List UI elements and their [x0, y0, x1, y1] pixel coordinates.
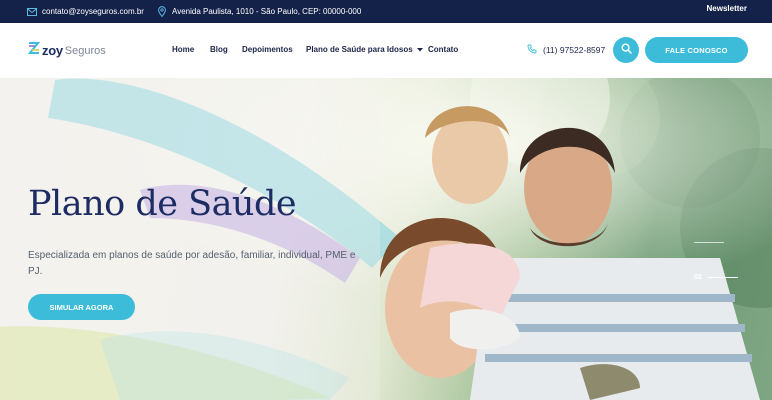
nav-blog[interactable]: Blog [210, 45, 228, 54]
top-bar: contato@zoyseguros.com.br Avenida Paulis… [0, 0, 772, 23]
topbar-address: Avenida Paulista, 1010 - São Paulo, CEP:… [157, 0, 361, 23]
phone-icon [527, 44, 537, 56]
caret-down-icon [416, 45, 423, 54]
nav-depoimentos[interactable]: Depoimentos [242, 45, 293, 54]
topbar-email-text: contato@zoyseguros.com.br [42, 7, 144, 16]
contact-us-button[interactable]: FALE CONOSCO [645, 37, 748, 63]
phone-number: (11) 97522-8597 [543, 45, 606, 55]
slide-indicator-inactive[interactable] [694, 242, 724, 243]
logo-mark-icon [27, 41, 41, 60]
simulate-now-button[interactable]: SIMULAR AGORA [28, 294, 135, 320]
logo-brand: zoy [42, 43, 63, 58]
phone-contact[interactable]: (11) 97522-8597 [527, 44, 605, 56]
nav-home[interactable]: Home [172, 45, 194, 54]
newsletter-link[interactable]: Newsletter [707, 4, 747, 13]
search-button[interactable] [613, 37, 639, 63]
slide-indicator-line [694, 242, 724, 243]
hero-subtitle: Especializada em planos de saúde por ade… [28, 250, 356, 277]
logo-suffix: Seguros [64, 44, 106, 57]
slide-number: 02 [694, 274, 702, 281]
hero-section: Plano de Saúde Especializada em planos d… [0, 78, 772, 400]
envelope-icon [27, 7, 37, 17]
slide-indicator-line [707, 277, 738, 278]
hero-title: Plano de Saúde [28, 184, 297, 224]
hero-background-art [0, 78, 772, 400]
nav-plano-idosos[interactable]: Plano de Saúde para Idosos [306, 45, 423, 54]
logo[interactable]: zoy Seguros [27, 41, 106, 60]
topbar-email[interactable]: contato@zoyseguros.com.br [27, 0, 144, 23]
nav-contato[interactable]: Contato [428, 45, 458, 54]
search-icon [620, 41, 632, 59]
nav-plano-idosos-label: Plano de Saúde para Idosos [306, 45, 413, 54]
map-pin-icon [157, 6, 167, 17]
slide-indicator-active[interactable]: 02 [694, 274, 738, 281]
site-header: zoy Seguros Home Blog Depoimentos Plano … [0, 23, 772, 78]
topbar-address-text: Avenida Paulista, 1010 - São Paulo, CEP:… [172, 7, 362, 16]
